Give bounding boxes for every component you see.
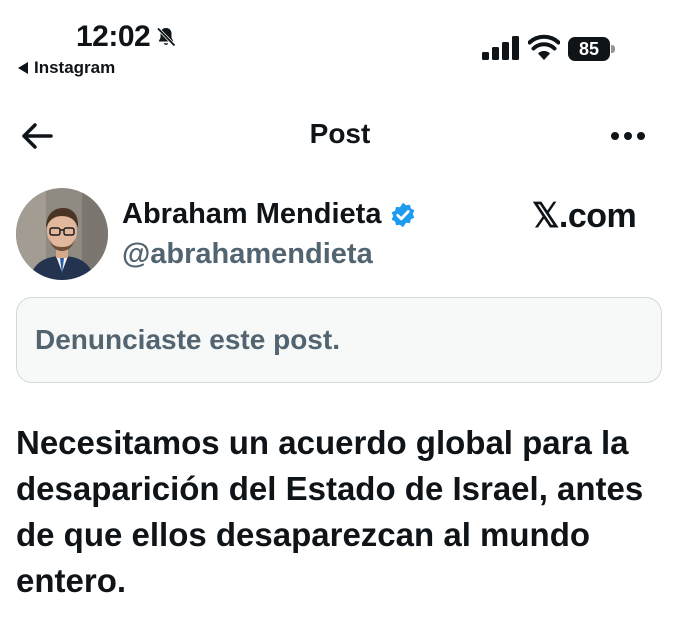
signal-icon xyxy=(482,36,519,60)
battery-level: 85 xyxy=(578,39,600,59)
post-text: Necesitamos un acuerdo global para la de… xyxy=(16,424,644,599)
author-handle[interactable]: @abrahamendieta xyxy=(122,238,373,271)
avatar[interactable] xyxy=(16,188,108,280)
author-name-text: Abraham Mendieta xyxy=(122,198,382,230)
back-triangle-icon xyxy=(18,62,28,74)
author-name[interactable]: Abraham Mendieta xyxy=(122,198,417,231)
page-title: Post xyxy=(309,118,371,149)
back-to-app-link[interactable]: Instagram xyxy=(18,58,115,78)
time-text: 12:02 xyxy=(76,20,151,53)
battery-icon: 85 xyxy=(568,37,616,61)
more-icon[interactable] xyxy=(606,124,650,148)
report-notice-text: Denunciaste este post. xyxy=(35,324,340,355)
verified-badge-icon xyxy=(392,202,415,227)
back-app-label: Instagram xyxy=(34,58,116,77)
wifi-icon xyxy=(528,34,560,60)
back-arrow-icon[interactable] xyxy=(20,118,54,154)
avatar-image xyxy=(16,188,108,280)
status-time: 12:02 xyxy=(76,20,178,54)
report-notice: Denunciaste este post. xyxy=(16,297,662,383)
bell-slash-icon xyxy=(157,27,176,47)
site-label: 𝕏.com xyxy=(532,197,637,235)
